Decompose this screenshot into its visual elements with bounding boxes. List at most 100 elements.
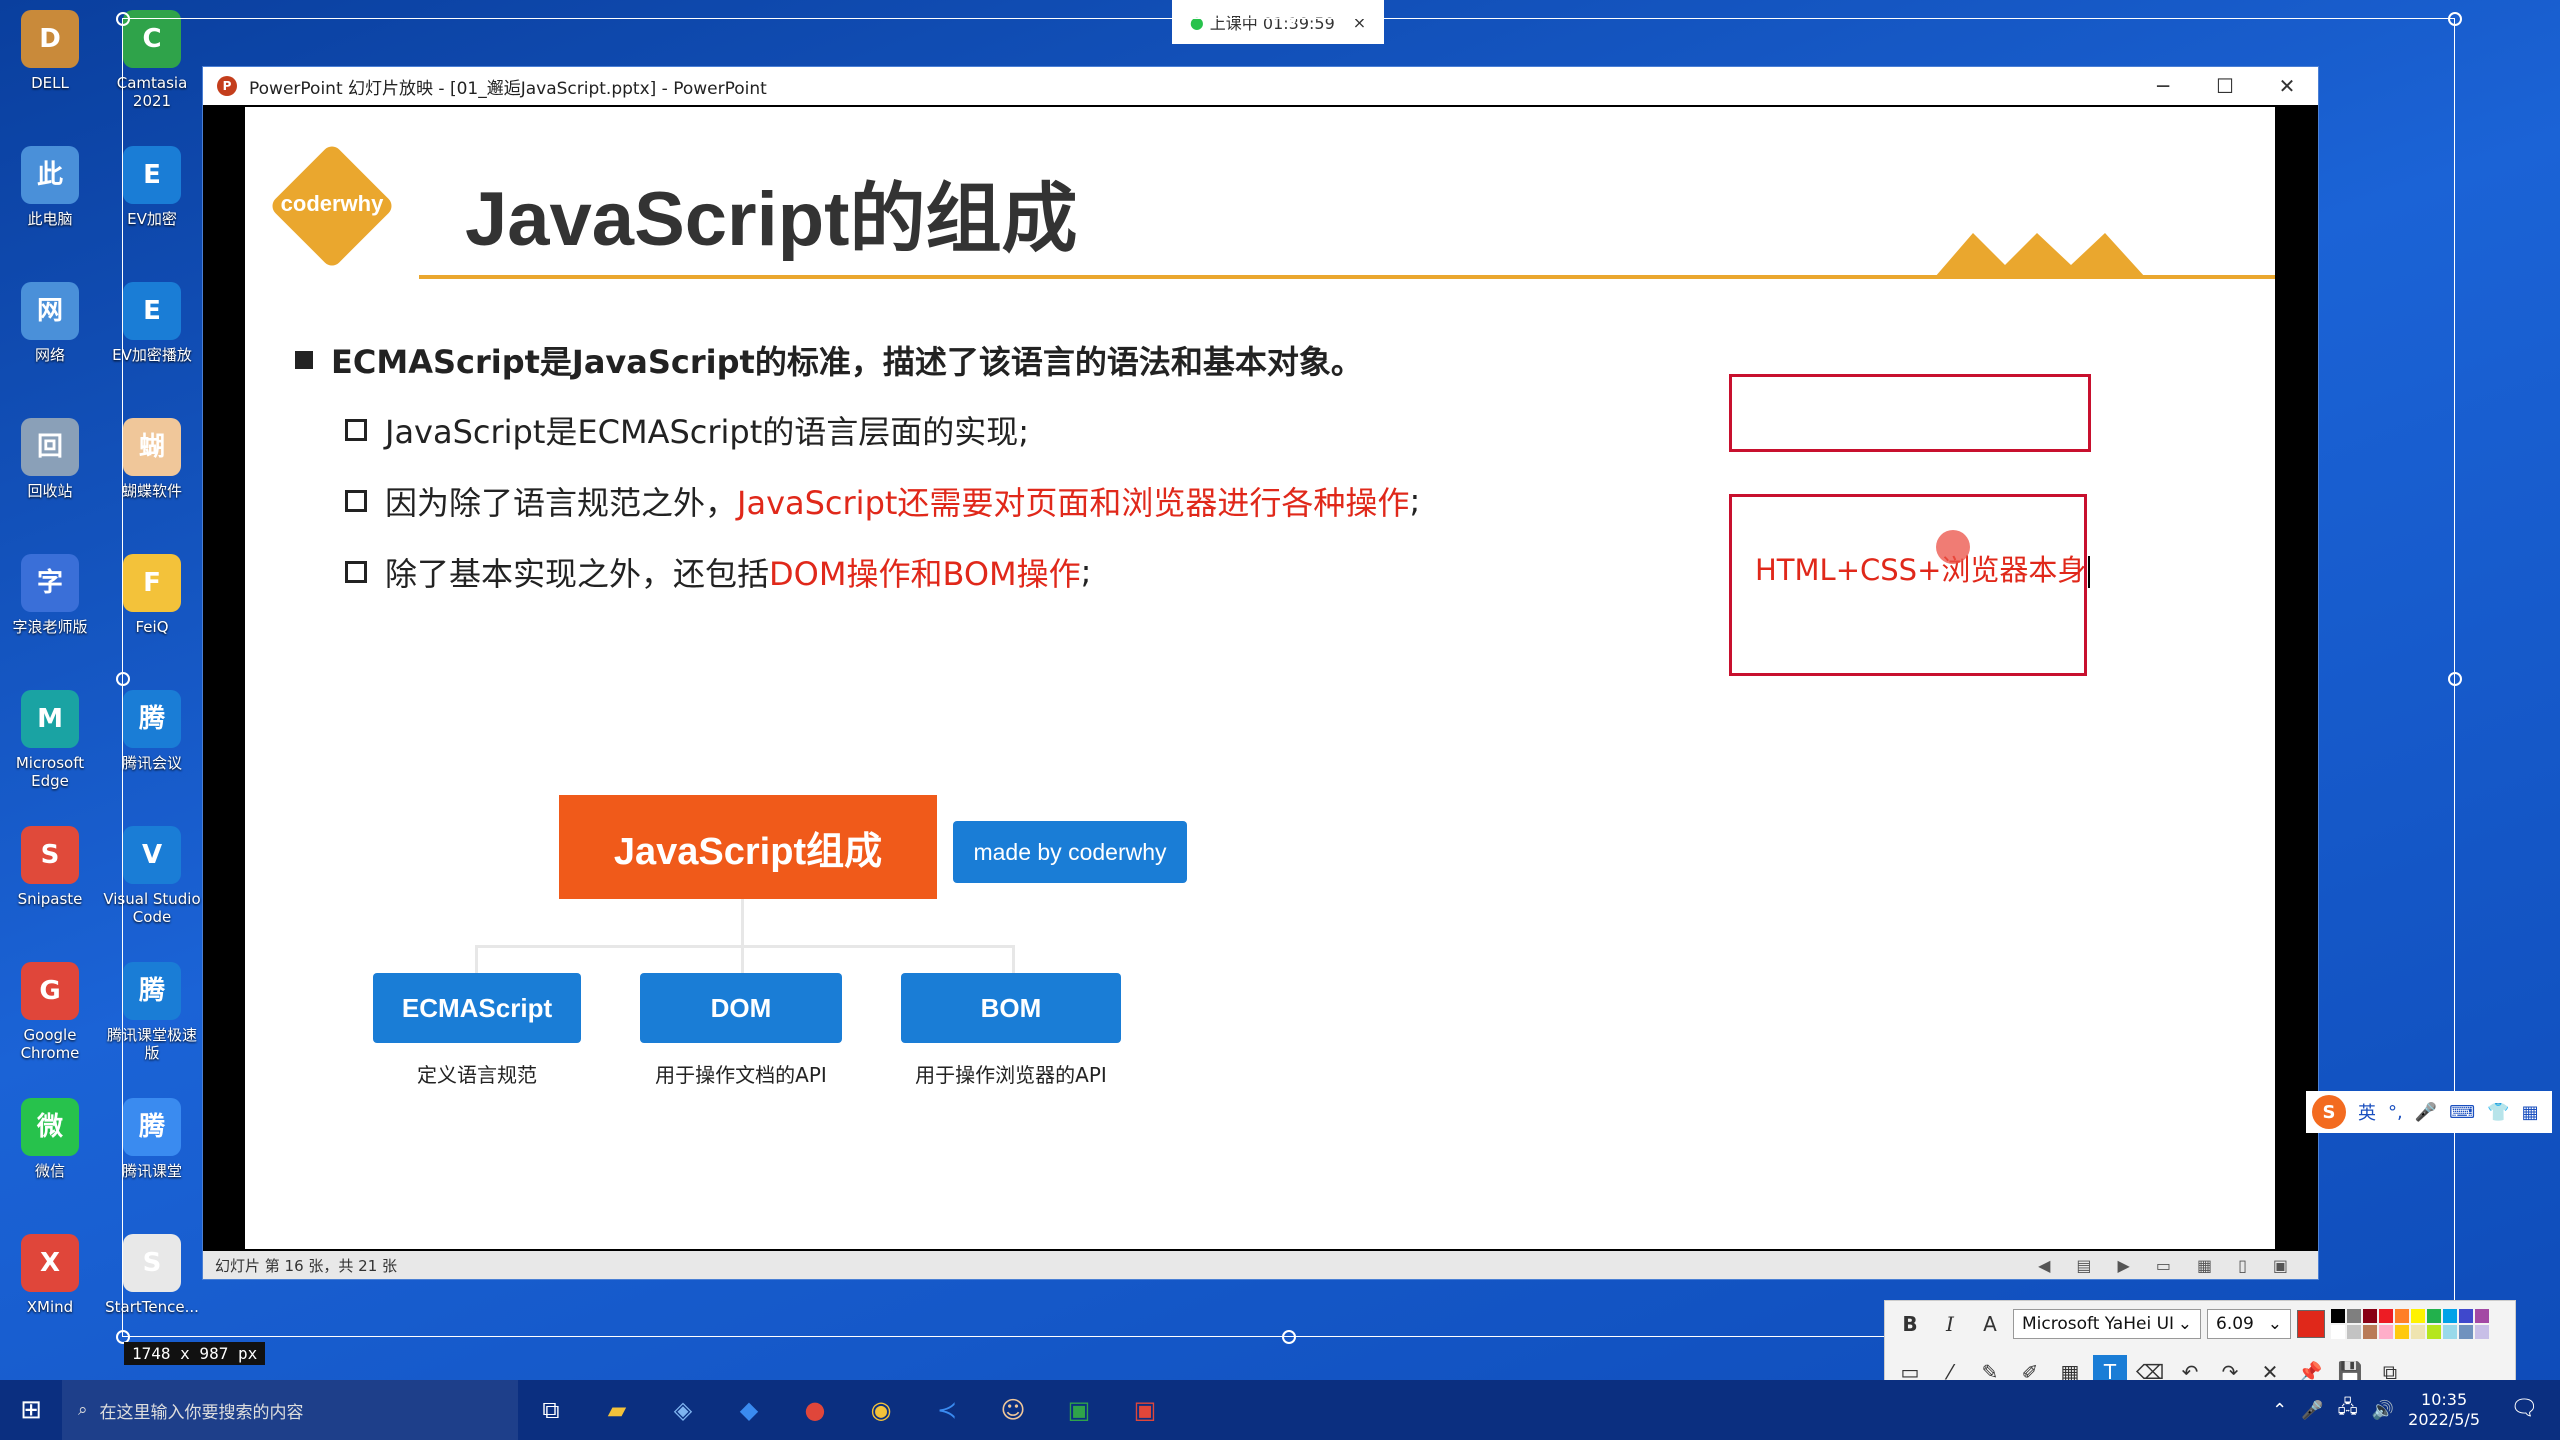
close-icon[interactable]: × xyxy=(1353,13,1366,32)
annotation-text[interactable]: HTML+CSS+浏览器本身 xyxy=(1755,547,2091,589)
camtasia-taskbar-icon[interactable]: ▣ xyxy=(1046,1380,1112,1440)
avatar-icon: 蝴 xyxy=(123,418,181,476)
reading-view-icon[interactable]: ▯ xyxy=(2238,1256,2247,1275)
color-swatch[interactable] xyxy=(2411,1325,2425,1339)
color-swatch[interactable] xyxy=(2411,1309,2425,1323)
desktop-icon[interactable]: M Microsoft Edge xyxy=(0,690,100,790)
color-swatch[interactable] xyxy=(2331,1309,2345,1323)
microphone-tray-icon[interactable]: 🎤 xyxy=(2301,1400,2323,1421)
desktop-icon[interactable]: 网网络 xyxy=(0,282,100,364)
close-button[interactable]: ✕ xyxy=(2256,67,2318,105)
desktop-icon[interactable]: 此此电脑 xyxy=(0,146,100,228)
color-swatch[interactable] xyxy=(2443,1325,2457,1339)
color-swatch[interactable] xyxy=(2331,1325,2345,1339)
slideshow-icon[interactable]: ▣ xyxy=(2273,1256,2288,1275)
minimize-button[interactable]: ─ xyxy=(2132,67,2194,105)
recording-timer[interactable]: ● 上课中 01:39:59 × xyxy=(1172,0,1384,44)
normal-view-icon[interactable]: ▭ xyxy=(2156,1256,2171,1275)
edge-icon: M xyxy=(21,690,79,748)
desktop-icon[interactable]: 腾腾讯会议 xyxy=(102,690,202,772)
powerpoint-titlebar[interactable]: P PowerPoint 幻灯片放映 - [01_邂逅JavaScript.pp… xyxy=(203,67,2318,105)
file-explorer-icon[interactable]: ▰ xyxy=(584,1380,650,1440)
resize-handle-bm[interactable] xyxy=(1282,1330,1296,1344)
desktop-icon[interactable]: 微微信 xyxy=(0,1098,100,1180)
desktop-icon[interactable]: 字字浪老师版 xyxy=(0,554,100,636)
next-slide-icon[interactable]: ▶ xyxy=(2118,1256,2130,1275)
color-swatch[interactable] xyxy=(2379,1309,2393,1323)
computer-icon: 此 xyxy=(21,146,79,204)
color-swatch[interactable] xyxy=(2395,1309,2409,1323)
desktop-icon-label: EV加密播放 xyxy=(112,346,192,364)
desktop-icon[interactable]: S StartTence... xyxy=(102,1234,202,1316)
tray-expand-icon[interactable]: ⌃ xyxy=(2272,1400,2287,1421)
resize-handle-ml[interactable] xyxy=(116,672,130,686)
maximize-button[interactable]: ☐ xyxy=(2194,67,2256,105)
color-swatch[interactable] xyxy=(2379,1325,2393,1339)
desktop-icon-label: Visual Studio Code xyxy=(103,890,201,926)
clock[interactable]: 10:35 2022/5/5 xyxy=(2408,1390,2480,1430)
color-swatch[interactable] xyxy=(2475,1325,2489,1339)
desktop-icon[interactable]: E EV加密播放 xyxy=(102,282,202,364)
avatar-taskbar-icon[interactable]: ☺ xyxy=(980,1380,1046,1440)
color-swatch[interactable] xyxy=(2395,1325,2409,1339)
color-swatch[interactable] xyxy=(2459,1309,2473,1323)
keyboard-icon[interactable]: ⌨ xyxy=(2449,1102,2475,1123)
slide-sorter-icon[interactable]: ▦ xyxy=(2197,1256,2212,1275)
resize-handle-mr[interactable] xyxy=(2448,672,2462,686)
ime-punctuation[interactable]: °, xyxy=(2388,1102,2403,1123)
prev-slide-icon[interactable]: ◀ xyxy=(2038,1256,2050,1275)
desktop-icon[interactable]: X XMind xyxy=(0,1234,100,1316)
microphone-icon[interactable]: 🎤 xyxy=(2415,1102,2437,1123)
desktop-icon[interactable]: 回回收站 xyxy=(0,418,100,500)
desktop-icon[interactable]: G Google Chrome xyxy=(0,962,100,1062)
resize-handle-tl[interactable] xyxy=(116,12,130,26)
skin-icon[interactable]: 👕 xyxy=(2487,1102,2509,1123)
desktop-icon-label: Google Chrome xyxy=(20,1026,80,1062)
color-swatch[interactable] xyxy=(2363,1325,2377,1339)
task-view-icon[interactable]: ⧉ xyxy=(518,1380,584,1440)
desktop-icon[interactable]: 腾腾讯课堂极速版 xyxy=(102,962,202,1062)
color-swatch[interactable] xyxy=(2459,1325,2473,1339)
ime-language[interactable]: 英 xyxy=(2358,1099,2376,1125)
windows-start-icon[interactable]: ⊞ xyxy=(0,1380,62,1440)
resize-handle-tm[interactable] xyxy=(1282,12,1296,26)
desktop-icon[interactable]: 蝴蝴蝶软件 xyxy=(102,418,202,500)
taskbar-search[interactable]: ⌕ 在这里输入你要搜索的内容 xyxy=(62,1380,518,1440)
desktop-icon[interactable]: 腾腾讯课堂 xyxy=(102,1098,202,1180)
annotation-rect-empty[interactable] xyxy=(1729,374,2091,452)
color-swatch[interactable] xyxy=(2347,1309,2361,1323)
notification-icon[interactable]: 🗨 xyxy=(2510,1396,2538,1421)
desktop-icon[interactable]: D DELL xyxy=(0,10,100,92)
resize-handle-tr[interactable] xyxy=(2448,12,2462,26)
color-swatch[interactable] xyxy=(2475,1309,2489,1323)
color-swatch[interactable] xyxy=(2347,1325,2361,1339)
chrome-taskbar-icon[interactable]: ◉ xyxy=(848,1380,914,1440)
color-swatch[interactable] xyxy=(2427,1325,2441,1339)
volume-icon[interactable]: 🔊 xyxy=(2372,1400,2394,1421)
desktop-icon[interactable]: F FeiQ xyxy=(102,554,202,636)
ime-toolbar[interactable]: S 英 °, 🎤 ⌨ 👕 ▦ xyxy=(2306,1091,2552,1133)
color-swatch[interactable] xyxy=(2363,1309,2377,1323)
logo-text: coderwhy xyxy=(280,191,384,216)
desktop-icon[interactable]: E EV加密 xyxy=(102,146,202,228)
bold-button[interactable]: B xyxy=(1893,1307,1927,1341)
font-style-button[interactable]: A xyxy=(1973,1307,2007,1341)
powerpoint-taskbar-icon[interactable]: ● xyxy=(782,1380,848,1440)
font-family-select[interactable]: Microsoft YaHei UI ⌄ xyxy=(2013,1309,2201,1339)
network-tray-icon[interactable]: 🖧 xyxy=(2338,1395,2358,1425)
desktop-icon[interactable]: C Camtasia 2021 xyxy=(102,10,202,110)
desktop-icon[interactable]: V Visual Studio Code xyxy=(102,826,202,926)
color-swatch[interactable] xyxy=(2443,1309,2457,1323)
vscode-taskbar-icon[interactable]: ≺ xyxy=(914,1380,980,1440)
font-size-select[interactable]: 6.09 ⌄ xyxy=(2207,1309,2291,1339)
current-color-swatch[interactable] xyxy=(2297,1310,2325,1338)
menu-icon[interactable]: ▤ xyxy=(2076,1256,2091,1275)
sogou-icon[interactable]: S xyxy=(2312,1095,2346,1129)
recorder-taskbar-icon[interactable]: ▣ xyxy=(1112,1380,1178,1440)
color-swatch[interactable] xyxy=(2427,1309,2441,1323)
grid-icon[interactable]: ▦ xyxy=(2522,1102,2539,1123)
classroom2-taskbar-icon[interactable]: ◆ xyxy=(716,1380,782,1440)
classroom-taskbar-icon[interactable]: ◈ xyxy=(650,1380,716,1440)
italic-button[interactable]: I xyxy=(1933,1307,1967,1341)
desktop-icon[interactable]: S Snipaste xyxy=(0,826,100,908)
